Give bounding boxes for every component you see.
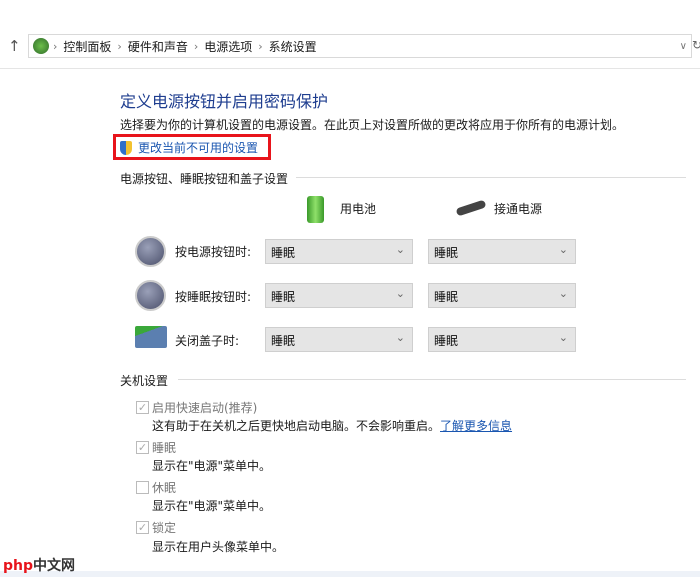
breadcrumb-item[interactable]: 系统设置 <box>269 38 317 55</box>
battery-icon <box>307 196 324 223</box>
page-description: 选择要为你的计算机设置的电源设置。在此页上对设置所做的更改将应用于你所有的电源计… <box>120 118 625 132</box>
chevron-down-icon: ⌄ <box>395 287 405 300</box>
breadcrumb-item[interactable]: 硬件和声音 <box>128 38 188 55</box>
lock-desc: 显示在用户头像菜单中。 <box>152 540 285 554</box>
row-label: 关闭盖子时: <box>175 334 240 348</box>
lid-close-plugged-select[interactable]: 睡眠 ⌄ <box>428 327 576 352</box>
chevron-down-icon: ⌄ <box>395 243 405 256</box>
refresh-icon[interactable]: ↻ <box>692 38 700 52</box>
chevron-down-icon: ⌄ <box>558 287 568 300</box>
sleep-checkbox[interactable]: ✓ <box>136 441 149 454</box>
hibernate-desc: 显示在"电源"菜单中。 <box>152 499 272 513</box>
sleep-desc: 显示在"电源"菜单中。 <box>152 459 272 473</box>
battery-column-label: 用电池 <box>340 202 377 216</box>
chevron-down-icon: ⌄ <box>558 331 568 344</box>
section-header-shutdown: 关机设置 <box>120 374 169 388</box>
lock-label: 锁定 <box>152 521 177 535</box>
breadcrumb-item[interactable]: 控制面板 <box>63 38 111 55</box>
change-settings-label: 更改当前不可用的设置 <box>138 141 259 155</box>
up-arrow-button[interactable]: ↑ <box>8 37 21 55</box>
fast-startup-desc: 这有助于在关机之后更快地启动电脑。不会影响重启。了解更多信息 <box>152 419 513 433</box>
learn-more-link[interactable]: 了解更多信息 <box>440 419 512 433</box>
power-button-icon <box>135 236 166 267</box>
breadcrumb-item[interactable]: 电源选项 <box>204 38 252 55</box>
uac-shield-icon <box>120 140 132 155</box>
plug-icon <box>455 199 487 217</box>
power-button-battery-select[interactable]: 睡眠 ⌄ <box>265 239 413 264</box>
page-title: 定义电源按钮并启用密码保护 <box>120 92 329 111</box>
row-label: 按电源按钮时: <box>175 245 252 259</box>
row-label: 按睡眠按钮时: <box>175 290 252 304</box>
fast-startup-checkbox[interactable]: ✓ <box>136 401 149 414</box>
chevron-down-icon: ⌄ <box>395 331 405 344</box>
sleep-button-icon <box>135 280 166 311</box>
power-button-plugged-select[interactable]: 睡眠 ⌄ <box>428 239 576 264</box>
chevron-down-icon: ⌄ <box>558 243 568 256</box>
chevron-down-icon[interactable]: ∨ <box>680 41 687 52</box>
fast-startup-label: 启用快速启动(推荐) <box>152 401 258 415</box>
laptop-lid-icon <box>135 326 167 348</box>
plugged-column-label: 接通电源 <box>494 202 543 216</box>
change-settings-link[interactable]: 更改当前不可用的设置 <box>120 139 258 156</box>
hibernate-checkbox[interactable] <box>136 481 149 494</box>
watermark: php中文网 <box>3 558 76 574</box>
bottom-strip <box>0 571 700 577</box>
lock-checkbox[interactable]: ✓ <box>136 521 149 534</box>
address-bar[interactable]: › 控制面板 › 硬件和声音 › 电源选项 › 系统设置 ∨ <box>28 34 692 58</box>
control-panel-icon <box>33 38 49 54</box>
hibernate-label: 休眠 <box>152 481 177 495</box>
section-header-buttons: 电源按钮、睡眠按钮和盖子设置 <box>120 172 289 186</box>
sleep-label: 睡眠 <box>152 441 177 455</box>
sleep-button-plugged-select[interactable]: 睡眠 ⌄ <box>428 283 576 308</box>
lid-close-battery-select[interactable]: 睡眠 ⌄ <box>265 327 413 352</box>
sleep-button-battery-select[interactable]: 睡眠 ⌄ <box>265 283 413 308</box>
